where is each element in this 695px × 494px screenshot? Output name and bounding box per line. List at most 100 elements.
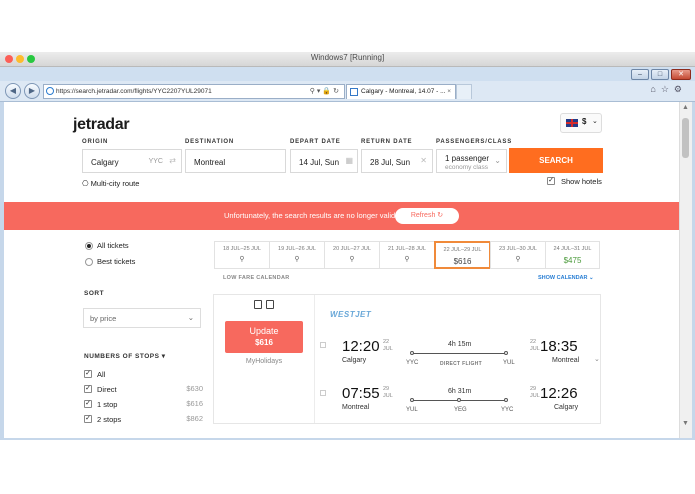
forward-icon[interactable]: ▶: [24, 83, 40, 99]
outbound-arrival-city: Montreal: [552, 357, 580, 364]
page-scrollbar[interactable]: ▲ ▼: [679, 102, 692, 438]
calendar-cell-dates: 22 JUL–29 JUL: [443, 247, 482, 253]
calendar-icon[interactable]: ▦: [345, 156, 353, 165]
outbound-duration: 4h 15m: [448, 341, 472, 348]
destination-value: Montreal: [194, 158, 226, 167]
route-dot: [504, 398, 508, 402]
host-titlebar: Windows7 [Running]: [0, 52, 695, 67]
browser-tools-icons[interactable]: ⌂☆⚙: [650, 84, 687, 95]
browser-tab[interactable]: Calgary - Montreal, 14.07 - ... ×: [346, 84, 456, 99]
tab-close-icon[interactable]: ×: [447, 85, 451, 99]
expand-chevron-icon[interactable]: ⌄: [594, 355, 600, 363]
tab-title: Calgary - Montreal, 14.07 - ...: [361, 88, 446, 95]
calendar-cell-dates: 20 JUL–27 JUL: [333, 246, 371, 252]
expired-results-banner: Unfortunately, the search results are no…: [4, 202, 679, 230]
return-date-value: 28 Jul, Sun: [370, 158, 411, 167]
outbound-arrival-time: 18:35: [540, 338, 578, 355]
passengers-value: 1 passenger: [445, 154, 490, 163]
multi-city-icon: ⎔: [82, 179, 89, 188]
update-button[interactable]: Update $616: [225, 321, 303, 353]
passengers-label: PASSENGERS/CLASS: [436, 139, 513, 145]
refresh-label: Refresh: [410, 212, 436, 219]
inbound-departure-city: Montreal: [342, 404, 370, 411]
calendar-cell[interactable]: 20 JUL–27 JUL ⚲: [324, 241, 380, 269]
language-currency-select[interactable]: $ ⌄: [560, 113, 602, 133]
stops-one-checkbox[interactable]: ✓: [84, 400, 92, 408]
show-hotels-checkbox[interactable]: ✓: [547, 177, 555, 185]
all-tickets-radio[interactable]: [85, 242, 93, 250]
scroll-up-icon[interactable]: ▲: [682, 104, 689, 111]
minimize-button[interactable]: –: [631, 69, 649, 80]
close-button[interactable]: ✕: [671, 69, 691, 80]
inbound-departure-time: 07:55: [342, 385, 380, 402]
segment-checkbox[interactable]: [320, 390, 326, 396]
address-actions-icons[interactable]: ⚲▾🔒↻: [310, 85, 341, 98]
calendar-cell[interactable]: 24 JUL–31 JUL $475: [545, 241, 600, 269]
depart-label: DEPART DATE: [290, 139, 341, 145]
multi-city-label: Multi-city route: [90, 179, 140, 188]
inbound-arrival-city: Calgary: [554, 404, 579, 411]
tab-favicon-icon: [350, 88, 358, 96]
calendar-cell[interactable]: 23 JUL–30 JUL ⚲: [490, 241, 546, 269]
back-icon[interactable]: ◀: [5, 83, 21, 99]
inbound-departure-day: 29: [383, 386, 390, 392]
stops-direct-checkbox[interactable]: ✓: [84, 385, 92, 393]
stops-two-price: $862: [186, 414, 203, 423]
show-calendar-link[interactable]: SHOW CALENDAR ⌄: [538, 275, 594, 281]
stops-two-checkbox[interactable]: ✓: [84, 415, 92, 423]
sort-value: by price: [90, 314, 117, 323]
show-calendar-label: SHOW CALENDAR: [538, 275, 588, 281]
stops-all-checkbox[interactable]: ✓: [84, 370, 92, 378]
inbound-arrival-code: YYC: [501, 407, 514, 413]
segment-checkbox[interactable]: [320, 342, 326, 348]
stops-label-text: NUMBERS OF STOPS: [84, 353, 160, 360]
inbound-stop-code: YEG: [454, 407, 467, 413]
outbound-arrival-month: JUL: [530, 346, 540, 352]
clear-date-icon[interactable]: ✕: [420, 156, 427, 165]
calendar-cell[interactable]: 18 JUL–25 JUL ⚲: [214, 241, 270, 269]
refresh-icon: ↻: [437, 212, 444, 219]
inbound-duration: 6h 31m: [448, 388, 472, 395]
maximize-button[interactable]: □: [651, 69, 669, 80]
sort-select[interactable]: by price ⌄: [83, 308, 201, 328]
search-icon: ⚲: [294, 256, 300, 263]
browser-navbar: ◀ ▶ https://search.jetradar.com/flights/…: [0, 81, 695, 102]
address-bar[interactable]: https://search.jetradar.com/flights/YYC2…: [43, 84, 345, 99]
address-url: https://search.jetradar.com/flights/YYC2…: [56, 88, 212, 95]
calendar-cell[interactable]: 19 JUL–26 JUL ⚲: [269, 241, 325, 269]
result-card: Update $616 MyHolidays WESTJET 12:20 22 …: [213, 294, 601, 424]
calendar-cell-price: $475: [563, 256, 582, 265]
luggage-icon: [266, 300, 274, 309]
search-icon: ⚲: [515, 256, 521, 263]
search-button[interactable]: SEARCH: [509, 148, 603, 173]
multi-city-link[interactable]: ⎔ Multi-city route: [82, 179, 139, 188]
calendar-cell[interactable]: 21 JUL–28 JUL ⚲: [379, 241, 435, 269]
stops-all-label: All: [97, 370, 106, 379]
stops-label[interactable]: NUMBERS OF STOPS ▾: [84, 352, 166, 360]
agent-name[interactable]: MyHolidays: [214, 358, 314, 365]
site-logo[interactable]: jetradar: [73, 116, 130, 134]
return-date-input[interactable]: 28 Jul, Sun ✕: [361, 149, 433, 173]
calendar-cell-selected[interactable]: 22 JUL–29 JUL $616: [434, 241, 491, 269]
scrollbar-thumb[interactable]: [682, 118, 689, 158]
depart-date-value: 14 Jul, Sun: [299, 158, 340, 167]
new-tab-button[interactable]: [456, 84, 472, 99]
route-dot: [504, 351, 508, 355]
swap-icon[interactable]: ⇄: [169, 156, 176, 165]
page-content: jetradar $ ⌄ ORIGIN DESTINATION DEPART D…: [4, 102, 679, 438]
destination-input[interactable]: Montreal: [185, 149, 286, 173]
return-label: RETURN DATE: [361, 139, 413, 145]
depart-date-input[interactable]: 14 Jul, Sun ▦: [290, 149, 358, 173]
search-icon: ⚲: [349, 256, 355, 263]
caret-down-icon: ▾: [161, 353, 166, 360]
passengers-input[interactable]: 1 passenger economy class ⌄: [436, 149, 507, 173]
ie-logo-icon: [46, 87, 54, 95]
update-price: $616: [255, 338, 273, 347]
calendar-cell-price: $616: [453, 257, 472, 266]
origin-input[interactable]: Calgary YYC ⇄: [82, 149, 182, 173]
route-dot: [410, 351, 414, 355]
airline-logo: WESTJET: [330, 310, 372, 319]
scroll-down-icon[interactable]: ▼: [682, 420, 689, 427]
best-tickets-radio[interactable]: [85, 258, 93, 266]
refresh-button[interactable]: Refresh ↻: [395, 208, 459, 224]
